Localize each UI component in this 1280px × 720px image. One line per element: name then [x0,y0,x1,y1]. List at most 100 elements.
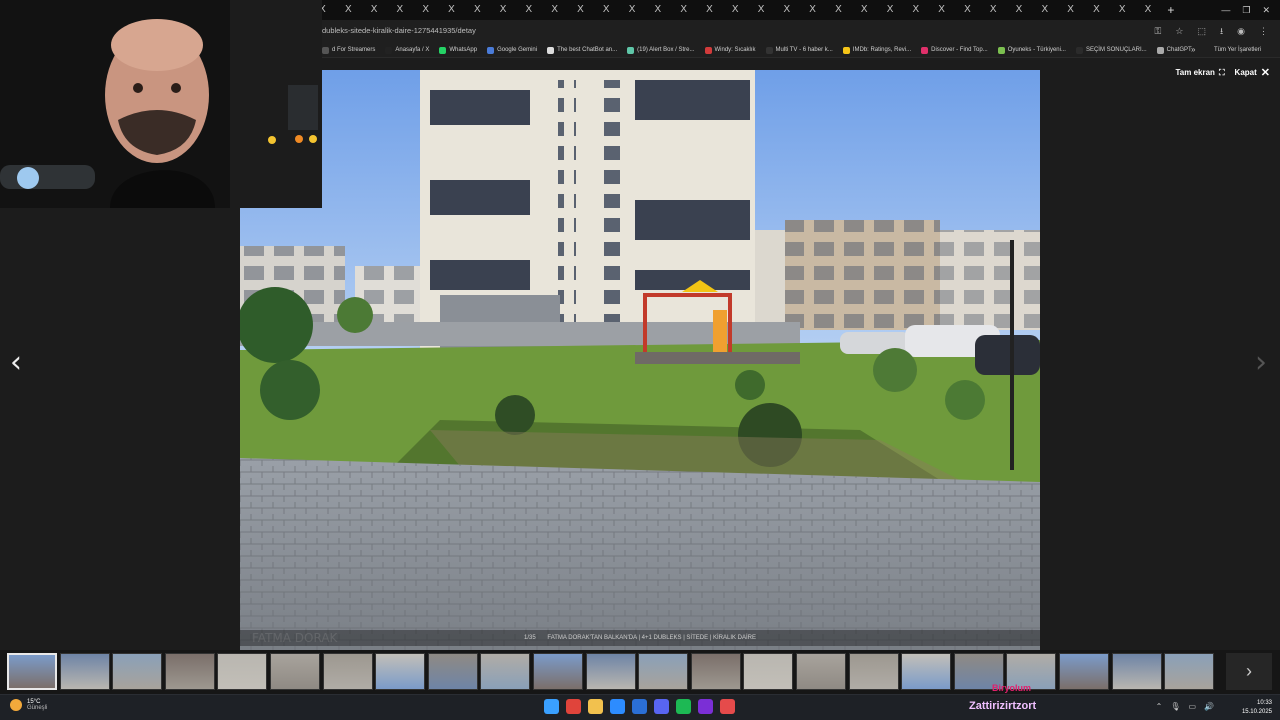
browser-tab[interactable]: X [826,0,852,20]
downloads-icon[interactable]: ⭳ [1220,20,1223,42]
browser-tab[interactable]: X [671,0,697,20]
bookmark-item[interactable]: WhatsApp [439,46,477,54]
photo-thumbnail[interactable] [427,653,478,690]
browser-tab[interactable]: X [593,0,619,20]
photo-thumbnail[interactable] [270,653,320,690]
browser-tab[interactable]: X [1058,0,1084,20]
taskbar-app-icon[interactable] [632,699,647,714]
photo-thumbnail[interactable] [690,653,741,690]
taskbar-app-icon[interactable] [544,699,559,714]
fullscreen-button[interactable]: Tam ekran ⛶ [1176,68,1225,78]
browser-tab[interactable]: X [929,0,955,20]
photo-thumbnail[interactable] [217,653,268,690]
photo-thumbnail[interactable] [585,653,636,690]
minimize-icon[interactable]: — [1221,5,1230,15]
password-key-icon[interactable]: ⚿ [1155,20,1162,42]
bookmark-item[interactable]: The best ChatBot an... [547,46,617,54]
browser-tab[interactable]: X [697,0,723,20]
taskbar-app-icon[interactable] [720,699,735,714]
photo-thumbnail[interactable] [7,653,57,690]
browser-tab[interactable]: X [1032,0,1058,20]
photo-thumbnail[interactable] [533,653,583,690]
photo-thumbnail[interactable] [901,653,952,690]
photo-thumbnail[interactable] [743,653,794,690]
browser-tab[interactable]: X [877,0,903,20]
photo-thumbnail[interactable] [480,653,531,690]
photo-thumbnail[interactable] [59,653,110,690]
browser-tab[interactable]: X [800,0,826,20]
browser-tab[interactable]: X [335,0,361,20]
bookmark-item[interactable]: (19) Alert Box / Stre... [627,46,695,54]
bookmark-item[interactable]: d For Streamers [322,46,375,54]
profile-icon[interactable]: ◉ [1237,20,1245,42]
browser-tab[interactable]: X [1135,0,1161,20]
bookmark-item[interactable]: Anasayfa / X [385,46,429,54]
browser-tab[interactable]: X [722,0,748,20]
browser-tab[interactable]: X [619,0,645,20]
previous-photo-arrow[interactable]: ‹ [10,348,22,378]
all-bookmarks-folder[interactable]: Tüm Yer İşaretleri [1214,42,1261,58]
close-window-icon[interactable]: ✕ [1262,5,1270,16]
browser-tab[interactable]: X [413,0,439,20]
browser-tab[interactable]: X [851,0,877,20]
network-icon[interactable]: ▭ [1188,702,1196,711]
browser-tab[interactable]: X [774,0,800,20]
taskbar-clock[interactable]: 10:33 15.10.2025 [1242,699,1272,717]
photo-thumbnail[interactable] [796,653,846,690]
bookmarks-more-icon[interactable]: » [1191,42,1195,58]
bookmark-item[interactable]: Discover - Find Top... [921,46,988,54]
photo-thumbnail[interactable] [1111,653,1162,690]
browser-tab[interactable]: X [361,0,387,20]
photo-thumbnail[interactable] [112,653,163,690]
bookmark-item[interactable]: Google Gemini [487,46,537,54]
browser-tab[interactable]: X [645,0,671,20]
microphone-icon[interactable]: 🎙 [1170,702,1180,711]
photo-thumbnail[interactable] [848,653,899,690]
next-photo-arrow[interactable]: › [1255,348,1267,378]
browser-tab[interactable]: X [748,0,774,20]
taskbar-app-icon[interactable] [566,699,581,714]
browser-tab[interactable]: X [1109,0,1135,20]
new-tab-button[interactable]: + [1161,3,1181,17]
bookmark-item[interactable]: Oyuneks - Türkiyeni... [997,46,1066,54]
photo-thumbnail[interactable] [638,653,689,690]
close-viewer-button[interactable]: Kapat ✕ [1235,66,1270,79]
bookmark-item[interactable]: SEÇİM SONUÇLARI... [1075,46,1147,54]
photo-thumbnail[interactable] [375,653,426,690]
bookmark-favicon-icon [1075,46,1083,54]
browser-tab[interactable]: X [464,0,490,20]
browser-tab[interactable]: X [439,0,465,20]
bookmark-item[interactable]: IMDb: Ratings, Revi... [842,46,911,54]
browser-tab[interactable]: X [387,0,413,20]
bookmark-star-icon[interactable]: ☆ [1175,20,1183,42]
tray-chevron-icon[interactable]: ⌃ [1156,702,1163,711]
photo-thumbnail[interactable] [164,653,215,690]
weather-widget[interactable]: 15°C Güneşli [10,699,47,711]
browser-tab[interactable]: X [903,0,929,20]
taskbar-app-icon[interactable] [676,699,691,714]
photo-thumbnail[interactable] [1164,653,1215,690]
taskbar-app-icon[interactable] [610,699,625,714]
taskbar-app-icon[interactable] [654,699,669,714]
bookmark-item[interactable]: Windy: Sıcaklık [704,46,756,54]
browser-tab[interactable]: X [542,0,568,20]
photo-thumbnail[interactable] [322,653,373,690]
extensions-icon[interactable]: ⬚ [1197,20,1206,42]
menu-icon[interactable]: ⋮ [1259,20,1268,42]
taskbar-app-icon[interactable] [588,699,603,714]
browser-tab[interactable]: X [568,0,594,20]
browser-tab[interactable]: X [516,0,542,20]
photo-thumbnail[interactable] [1059,653,1109,690]
browser-tab[interactable]: X [954,0,980,20]
browser-tab[interactable]: X [490,0,516,20]
bookmark-item[interactable]: Multi TV - 6 haber k... [765,46,833,54]
browser-tab[interactable]: X [1006,0,1032,20]
volume-icon[interactable]: 🔊 [1204,702,1214,711]
bookmark-item[interactable]: ChatGPT [1156,46,1192,54]
taskbar-app-icon[interactable] [698,699,713,714]
thumbnails-next-button[interactable]: › [1226,653,1272,690]
browser-tab[interactable]: X [980,0,1006,20]
restore-icon[interactable]: ❐ [1242,5,1250,16]
browser-tab[interactable]: X [1083,0,1109,20]
url-field[interactable]: dubleks-sitede-kiralik-daire-1275441935/… [322,20,476,42]
